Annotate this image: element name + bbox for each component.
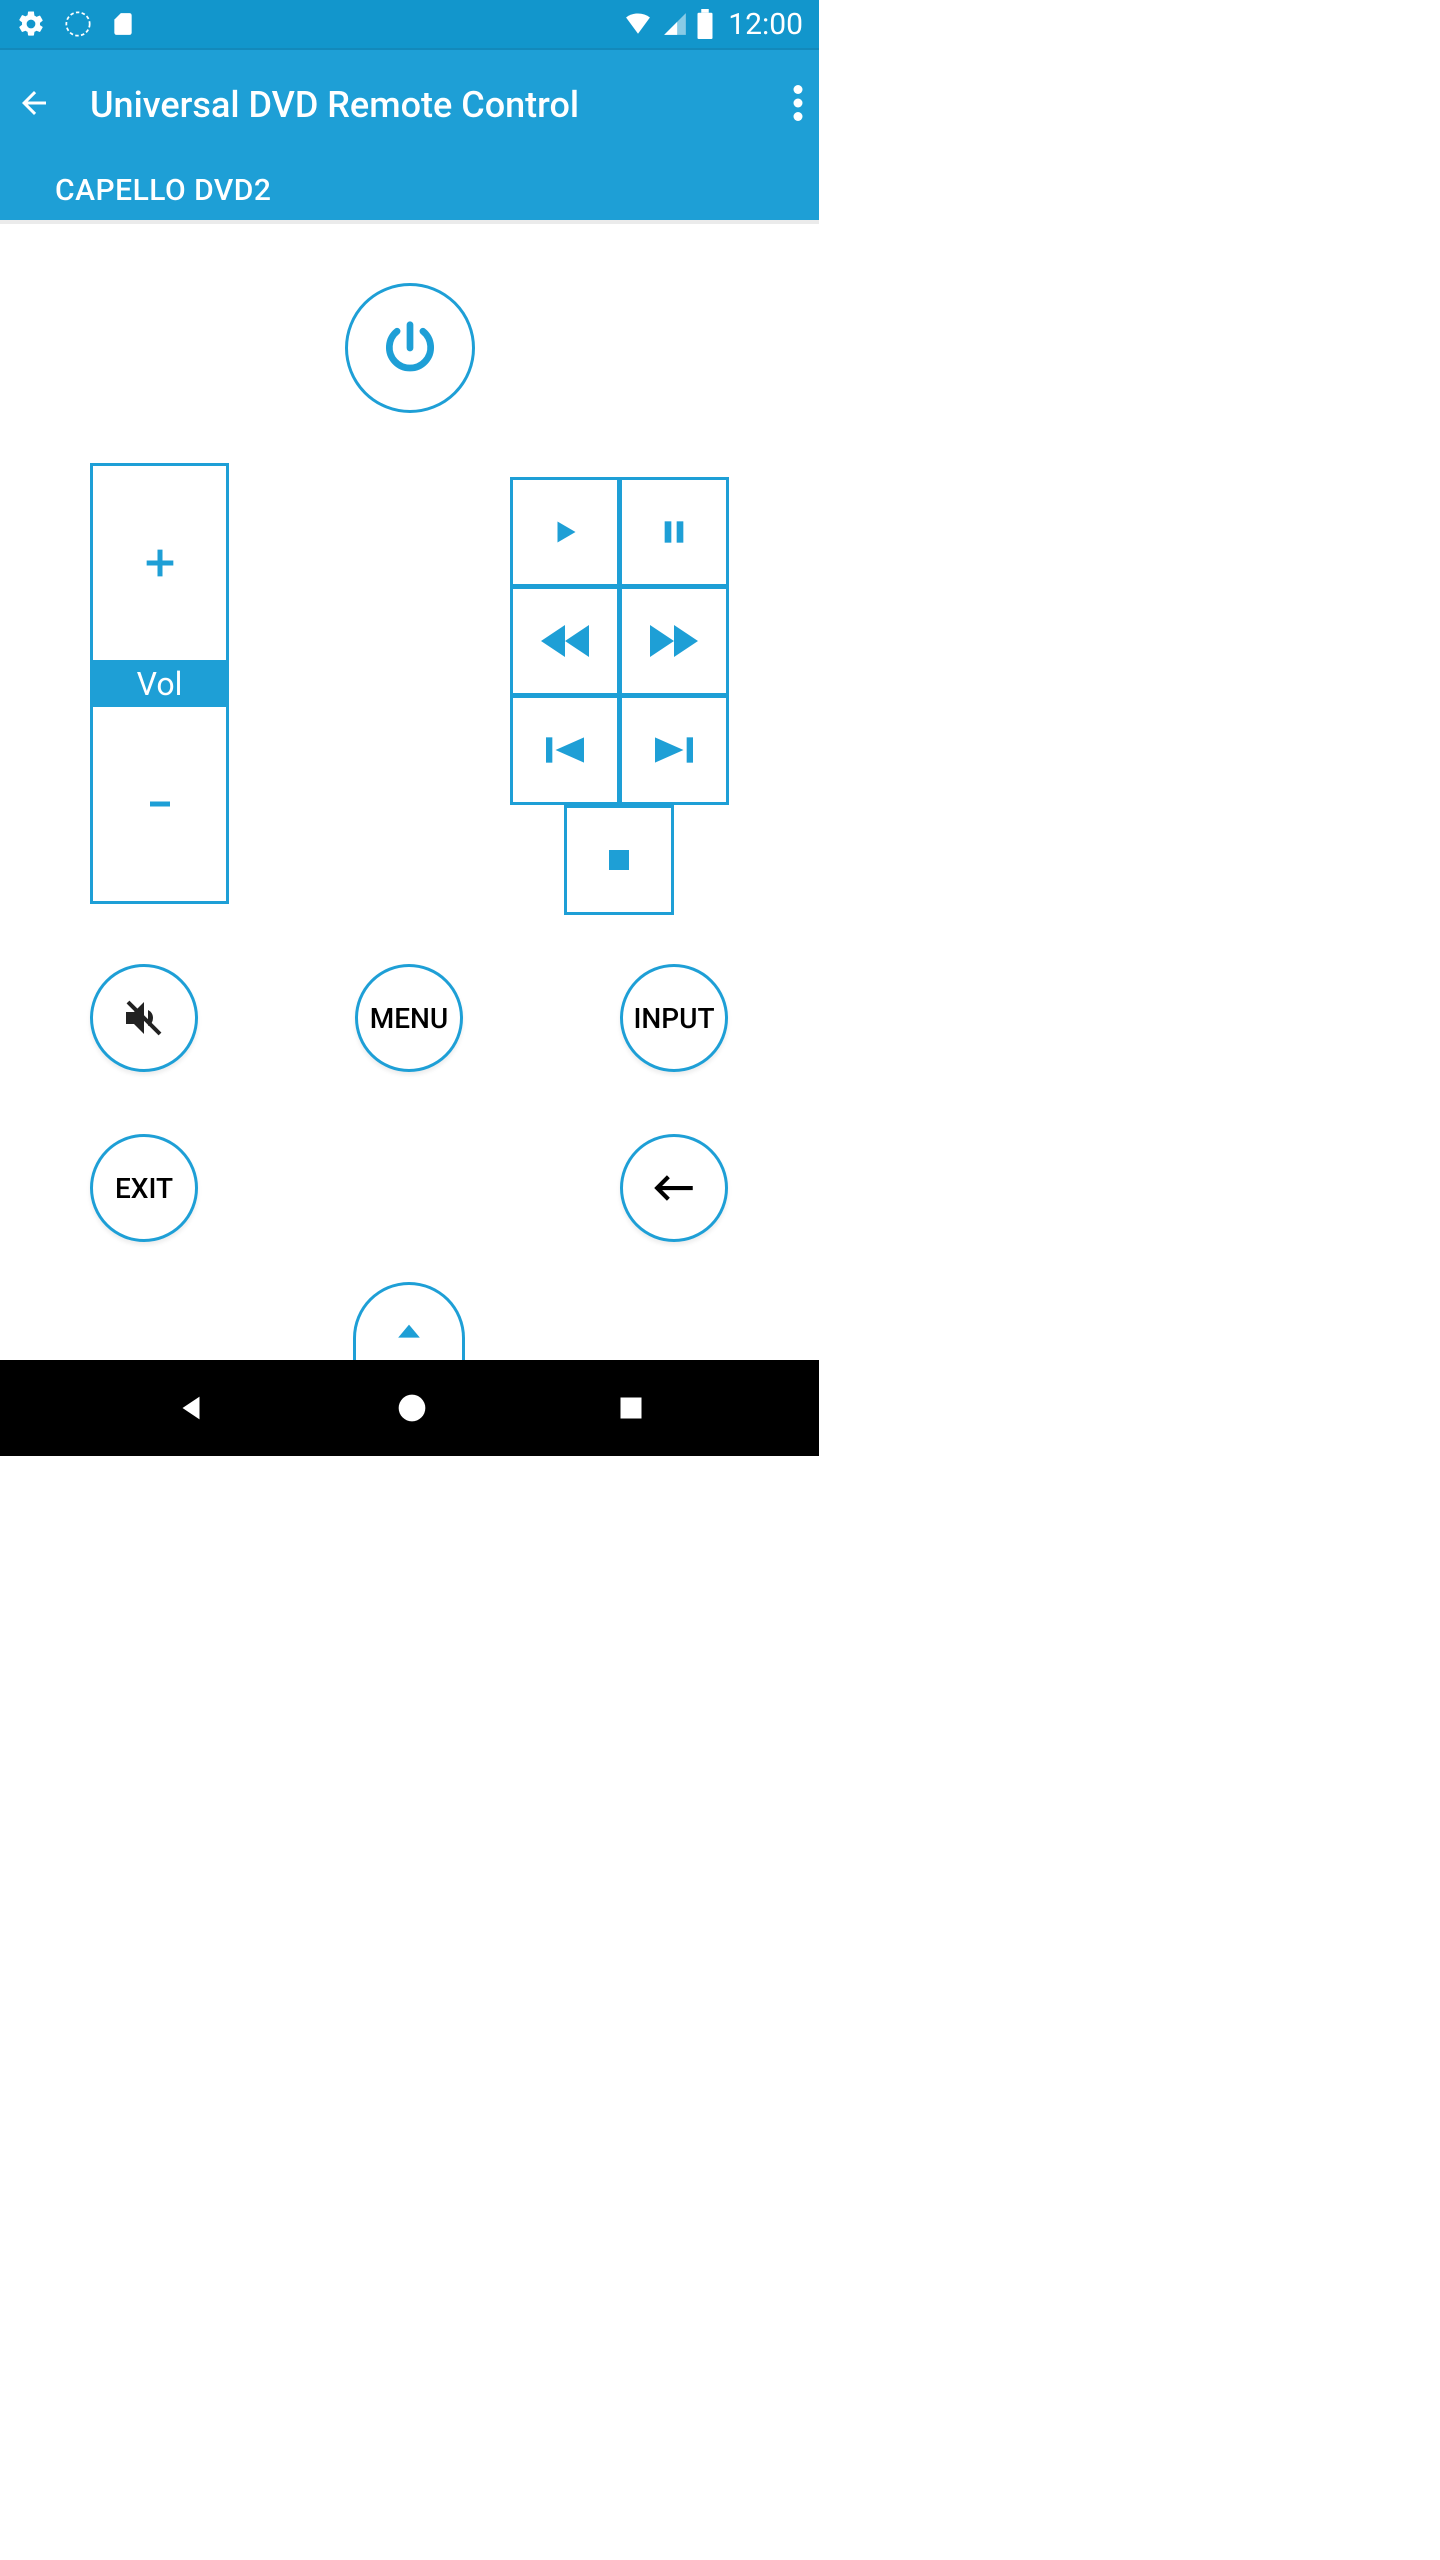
- wifi-icon: [622, 11, 654, 37]
- next-button[interactable]: [619, 695, 729, 805]
- mute-button[interactable]: [90, 964, 198, 1072]
- back-icon[interactable]: [16, 85, 52, 125]
- nav-back-icon[interactable]: [174, 1391, 208, 1425]
- remote-panel: Vol MENU INPUT: [0, 224, 819, 1360]
- previous-button[interactable]: [510, 695, 620, 805]
- return-button[interactable]: [620, 1134, 728, 1242]
- input-button[interactable]: INPUT: [620, 964, 728, 1072]
- settings-icon: [16, 9, 46, 39]
- page-title: Universal DVD Remote Control: [90, 84, 579, 126]
- play-button[interactable]: [510, 477, 620, 587]
- exit-button[interactable]: EXIT: [90, 1134, 198, 1242]
- menu-button[interactable]: MENU: [355, 964, 463, 1072]
- status-bar: 12:00: [0, 0, 819, 48]
- sync-icon: [64, 10, 92, 38]
- signal-icon: [662, 11, 688, 37]
- system-nav-bar: [0, 1360, 819, 1456]
- exit-label: EXIT: [115, 1172, 173, 1205]
- stop-button[interactable]: [564, 805, 674, 915]
- tab-device[interactable]: CAPELLO DVD2: [55, 173, 271, 208]
- status-time: 12:00: [728, 7, 803, 42]
- volume-up-button[interactable]: [93, 466, 226, 660]
- volume-down-button[interactable]: [93, 707, 226, 901]
- overflow-menu-icon[interactable]: [793, 85, 803, 125]
- volume-label: Vol: [93, 660, 226, 707]
- power-button[interactable]: [345, 283, 475, 413]
- device-tab-bar: CAPELLO DVD2: [0, 160, 819, 220]
- pause-button[interactable]: [619, 477, 729, 587]
- input-label: INPUT: [633, 1002, 714, 1035]
- rewind-button[interactable]: [510, 586, 620, 696]
- nav-home-icon[interactable]: [396, 1392, 428, 1424]
- nav-recent-icon[interactable]: [617, 1394, 645, 1422]
- app-bar: Universal DVD Remote Control: [0, 50, 819, 160]
- battery-icon: [696, 9, 714, 39]
- fastforward-button[interactable]: [619, 586, 729, 696]
- volume-rocker: Vol: [90, 463, 229, 904]
- sdcard-icon: [110, 9, 136, 39]
- menu-label: MENU: [370, 1002, 449, 1035]
